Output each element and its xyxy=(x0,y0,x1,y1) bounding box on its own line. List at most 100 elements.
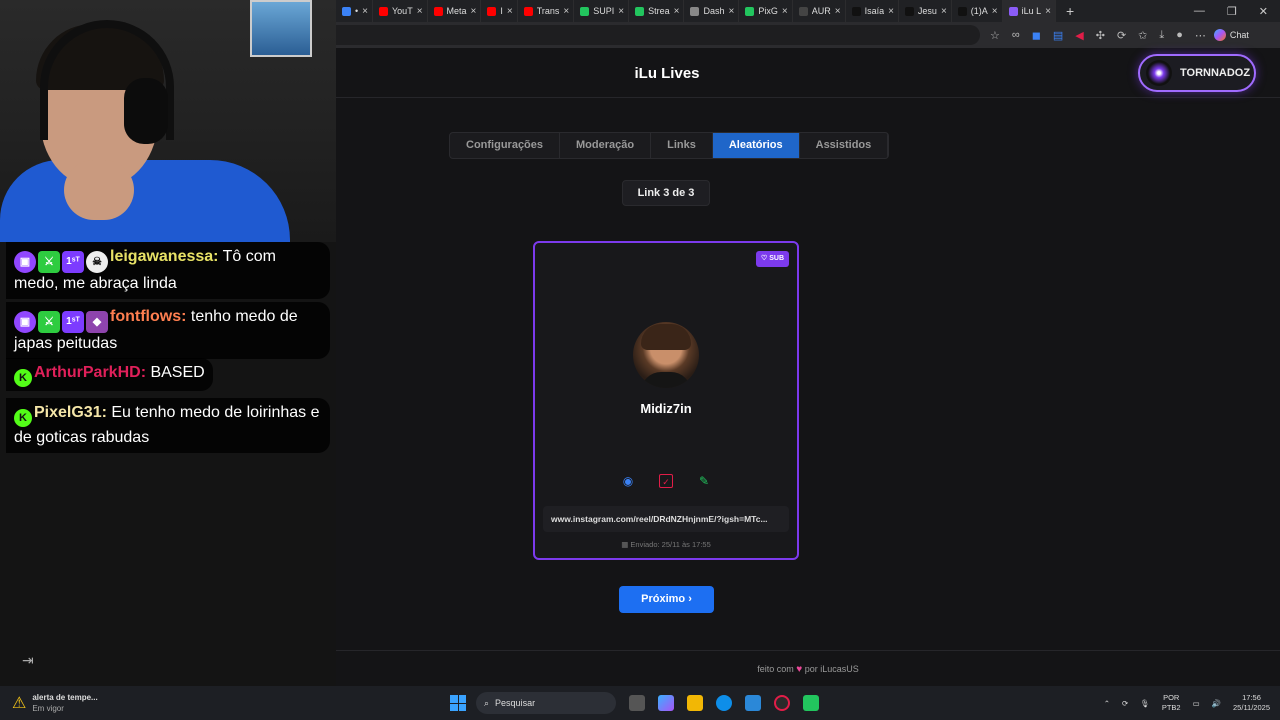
photos-icon[interactable] xyxy=(745,695,761,711)
new-tab-icon[interactable]: + xyxy=(1056,3,1084,19)
profile-icon[interactable]: ● xyxy=(1176,29,1183,41)
clock[interactable]: 17:56 25/11/2025 xyxy=(1233,693,1270,713)
close-icon[interactable]: × xyxy=(835,6,841,17)
close-icon[interactable]: × xyxy=(563,6,569,17)
tab-title: YouT xyxy=(392,6,413,16)
tab-favicon-icon xyxy=(798,6,808,16)
browser-tab-strip: • × YouT × Meta × I × Trans × SUPI × Strea × Da… xyxy=(336,0,1280,22)
more-icon[interactable]: ⋯ xyxy=(1195,29,1206,42)
next-button[interactable]: Próximo › xyxy=(619,586,714,613)
shield-icon[interactable]: ◼ xyxy=(1032,29,1041,42)
minimize-icon[interactable]: — xyxy=(1194,5,1205,18)
streamer-hand xyxy=(64,160,134,220)
footer-text-post: por iLucasUS xyxy=(804,664,859,674)
close-icon[interactable]: × xyxy=(507,6,513,17)
page-title: iLu Lives xyxy=(634,65,700,82)
browser-tab[interactable]: Isaía × xyxy=(846,0,899,22)
browser-tab[interactable]: (1)A × xyxy=(952,0,1003,22)
close-icon[interactable]: × xyxy=(618,6,624,17)
close-icon[interactable]: × xyxy=(362,6,368,17)
task-view-icon[interactable] xyxy=(629,695,645,711)
tab-moderacao[interactable]: Moderação xyxy=(560,133,652,158)
tab-links[interactable]: Links xyxy=(651,133,713,158)
browser-tab[interactable]: Jesu × xyxy=(899,0,952,22)
sync-icon[interactable]: ⟳ xyxy=(1117,29,1126,42)
link-url[interactable]: www.instagram.com/reel/DRdNZHnjnmE/?igsh… xyxy=(543,506,789,532)
browser-tab[interactable]: AUR × xyxy=(793,0,846,22)
address-bar-row: ☆ ∞ ◼ ▤ ◀ ✣ ⟳ ✩ ⤓ ● ⋯ Chat xyxy=(336,22,1280,48)
file-explorer-icon[interactable] xyxy=(687,695,703,711)
card-actions: ◉ ✓ ✎ xyxy=(535,474,797,488)
favorites-icon[interactable]: ✩ xyxy=(1138,29,1147,42)
store-app-icon[interactable] xyxy=(803,695,819,711)
close-icon[interactable]: × xyxy=(417,6,423,17)
browser-tab[interactable]: Trans × xyxy=(518,0,575,22)
browser-tab[interactable]: • × xyxy=(336,0,373,22)
footer-text-pre: feito com xyxy=(757,664,794,674)
tab-favicon-icon xyxy=(433,6,443,16)
close-icon[interactable]: × xyxy=(471,6,477,17)
extension-red-icon[interactable]: ◀ xyxy=(1075,29,1083,42)
download-icon[interactable]: ⤓ xyxy=(1159,29,1164,42)
wrench-icon[interactable]: ✎ xyxy=(697,474,711,488)
tab-title: • xyxy=(355,6,359,16)
browser-tab[interactable]: Meta × xyxy=(428,0,482,22)
sender-name: Midiz7in xyxy=(640,401,692,416)
browser-tab[interactable]: I × xyxy=(481,0,518,22)
address-field[interactable] xyxy=(336,25,980,45)
restore-icon[interactable]: ❐ xyxy=(1227,5,1237,18)
close-icon[interactable]: × xyxy=(674,6,680,17)
microphone-icon[interactable]: 🎙 xyxy=(1140,699,1150,708)
logout-icon[interactable]: ⇥ xyxy=(22,652,40,670)
weather-subtitle: Em vigor xyxy=(32,704,64,713)
close-icon[interactable]: × xyxy=(782,6,788,17)
close-icon[interactable]: × xyxy=(888,6,894,17)
browser-tab[interactable]: Dash × xyxy=(684,0,740,22)
taskbar-search[interactable]: ⌕ Pesquisar xyxy=(476,692,616,714)
browser-tab[interactable]: Strea × xyxy=(629,0,685,22)
browser-tab[interactable]: PixG × xyxy=(739,0,793,22)
star-icon[interactable]: ☆ xyxy=(990,29,1000,42)
wall-poster xyxy=(250,0,312,57)
clock-date: 25/11/2025 xyxy=(1233,703,1270,712)
link-card: ♡ SUB Midiz7in ◉ ✓ ✎ www.instagram.com/r… xyxy=(533,241,799,560)
skull-badge-icon: ☠ xyxy=(86,251,108,273)
language-indicator[interactable]: POR PTB2 xyxy=(1162,693,1181,713)
glasses-icon[interactable]: ∞ xyxy=(1012,29,1020,41)
windows-start-icon[interactable] xyxy=(450,695,466,711)
close-icon[interactable]: × xyxy=(941,6,947,17)
search-placeholder: Pesquisar xyxy=(495,698,536,708)
browser-tab[interactable]: YouT × xyxy=(373,0,428,22)
close-icon[interactable]: × xyxy=(992,6,998,17)
browser-tab-active[interactable]: iLu L × xyxy=(1002,0,1057,22)
close-icon[interactable]: × xyxy=(729,6,735,17)
translate-icon[interactable]: ▤ xyxy=(1053,29,1063,42)
tab-favicon-icon xyxy=(487,6,497,16)
close-icon[interactable]: × xyxy=(1045,6,1051,17)
main-tabs: Configurações Moderação Links Aleatórios… xyxy=(449,132,890,159)
chevron-up-icon[interactable]: ⌃ xyxy=(1104,699,1110,708)
weather-text: alerta de tempe... Em vigor xyxy=(32,692,97,714)
copilot-chat-button[interactable]: Chat xyxy=(1213,29,1249,41)
tab-assistidos[interactable]: Assistidos xyxy=(800,133,889,158)
close-window-icon[interactable]: ✕ xyxy=(1259,5,1268,18)
display-icon[interactable]: ▭ xyxy=(1193,699,1200,708)
tab-configuracoes[interactable]: Configurações xyxy=(450,133,561,158)
chat-label: Chat xyxy=(1229,30,1249,40)
sub-badge: ♡ SUB xyxy=(756,251,789,267)
tab-aleatorios[interactable]: Aleatórios xyxy=(712,133,800,158)
browser-tab[interactable]: SUPI × xyxy=(574,0,630,22)
tab-favicon-icon xyxy=(1008,6,1018,16)
copilot-app-icon[interactable] xyxy=(658,695,674,711)
weather-widget[interactable]: ⚠ alerta de tempe... Em vigor xyxy=(0,692,450,714)
tab-title: Isaía xyxy=(864,6,885,16)
refresh-icon[interactable]: ⟳ xyxy=(1122,699,1128,708)
eye-icon[interactable]: ◉ xyxy=(621,474,635,488)
recording-app-icon[interactable] xyxy=(774,695,790,711)
puzzle-icon[interactable]: ✣ xyxy=(1096,29,1105,42)
user-menu-button[interactable]: TORNNADOZ xyxy=(1138,54,1256,92)
windows-taskbar: ⚠ alerta de tempe... Em vigor ⌕ Pesquisa… xyxy=(0,686,1280,720)
volume-icon[interactable]: 🔊 xyxy=(1212,699,1221,708)
edge-icon[interactable] xyxy=(716,695,732,711)
check-icon[interactable]: ✓ xyxy=(659,474,673,488)
